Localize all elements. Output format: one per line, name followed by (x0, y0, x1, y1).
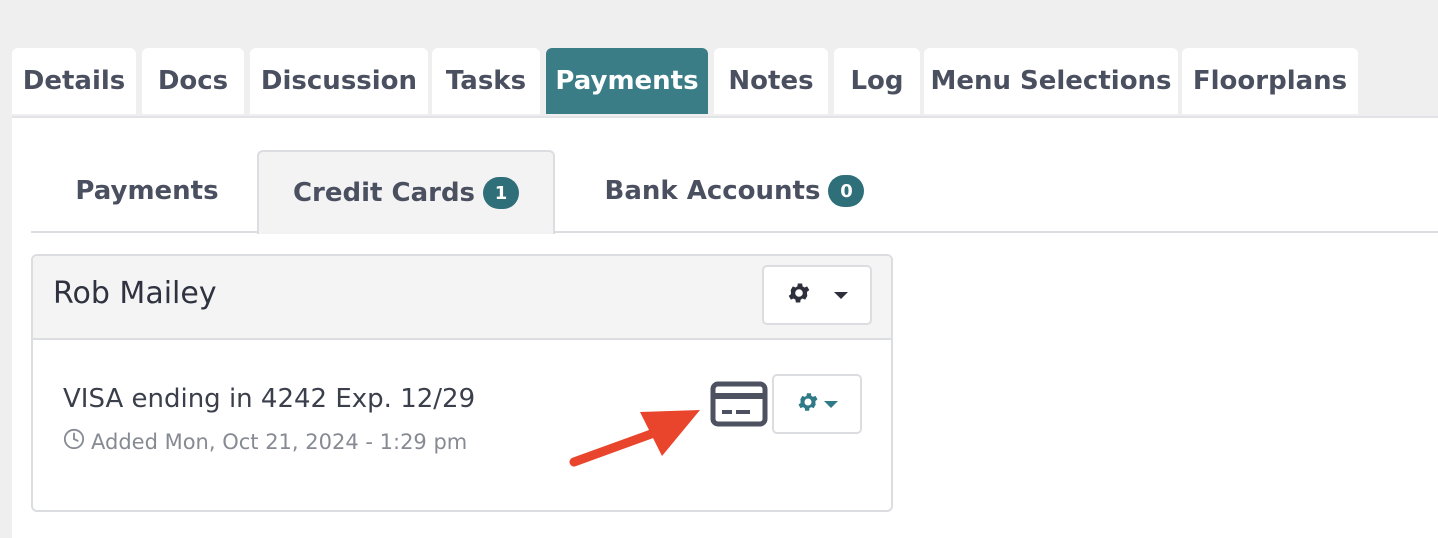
annotation-arrow (569, 410, 700, 467)
